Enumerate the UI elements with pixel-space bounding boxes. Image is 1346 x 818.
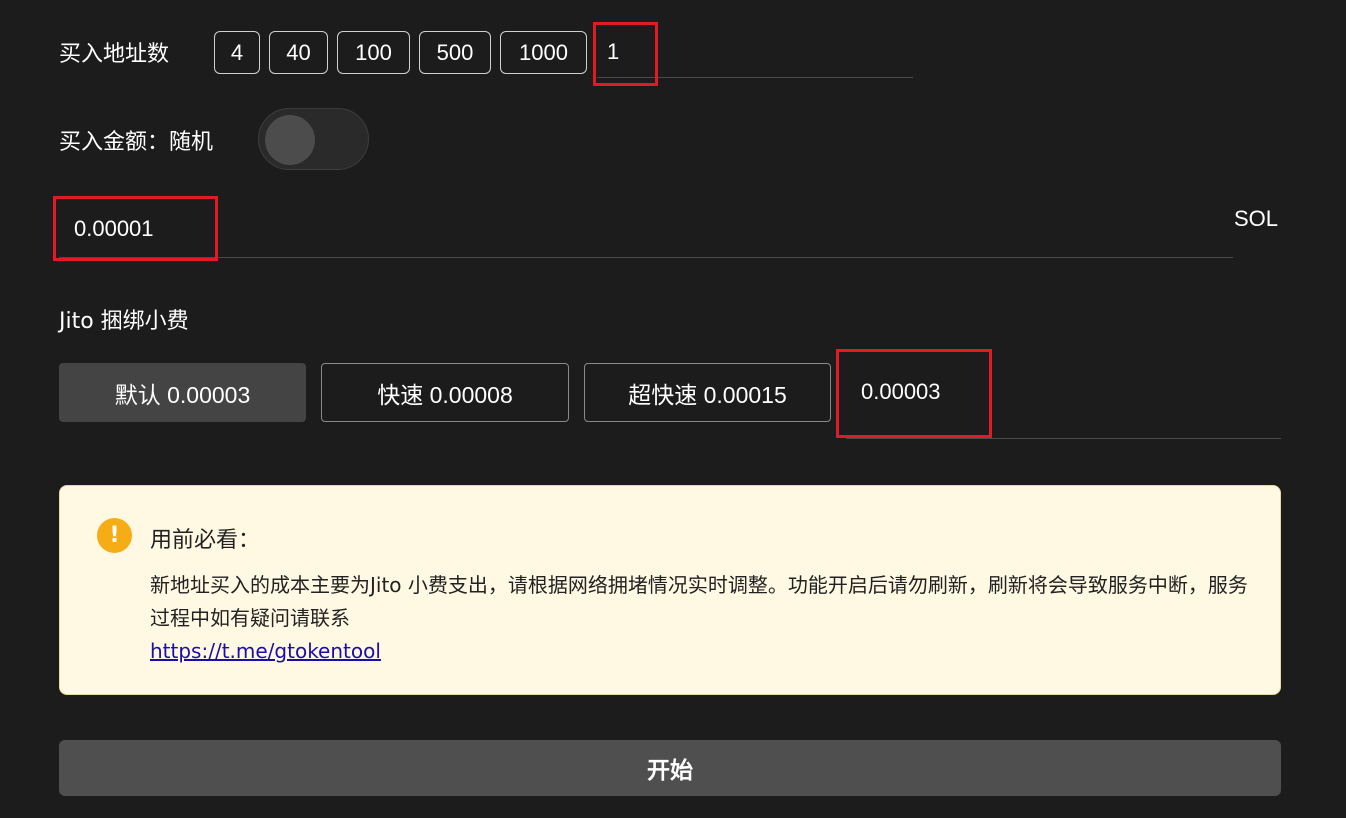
- address-count-option-40[interactable]: 40: [269, 31, 328, 74]
- start-button[interactable]: 开始: [59, 740, 1281, 796]
- address-count-option-1000[interactable]: 1000: [500, 31, 587, 74]
- buy-address-count-label: 买入地址数: [59, 42, 170, 67]
- buy-amount-input-underline: [59, 257, 1233, 258]
- notice-body: 新地址买入的成本主要为Jito 小费支出，请根据网络拥堵情况实时调整。功能开启后…: [150, 569, 1250, 668]
- jito-tip-highlight-box: [836, 349, 992, 438]
- sol-unit-label: SOL: [1234, 206, 1279, 231]
- notice-text: 新地址买入的成本主要为Jito 小费支出，请根据网络拥堵情况实时调整。功能开启后…: [150, 573, 1248, 630]
- jito-tip-label: Jito 捆绑小费: [59, 309, 189, 334]
- notice-title: 用前必看：: [150, 528, 261, 553]
- jito-tip-input-underline: [846, 438, 1281, 439]
- buy-amount-highlight-box: [53, 196, 218, 261]
- random-amount-toggle[interactable]: [258, 108, 369, 170]
- address-count-highlight-box: [593, 22, 658, 86]
- exclamation-icon: !: [97, 518, 132, 553]
- address-count-option-100[interactable]: 100: [337, 31, 410, 74]
- usage-notice: ! 用前必看： 新地址买入的成本主要为Jito 小费支出，请根据网络拥堵情况实时…: [59, 485, 1281, 695]
- buy-amount-label: 买入金额：随机: [59, 130, 214, 155]
- toggle-knob: [265, 115, 315, 165]
- jito-tip-ultrafast-button[interactable]: 超快速 0.00015: [584, 363, 831, 422]
- address-count-option-4[interactable]: 4: [214, 31, 260, 74]
- jito-tip-fast-button[interactable]: 快速 0.00008: [321, 363, 569, 422]
- telegram-link[interactable]: https://t.me/gtokentool: [150, 635, 1250, 668]
- address-count-option-500[interactable]: 500: [419, 31, 491, 74]
- jito-tip-default-button[interactable]: 默认 0.00003: [59, 363, 306, 422]
